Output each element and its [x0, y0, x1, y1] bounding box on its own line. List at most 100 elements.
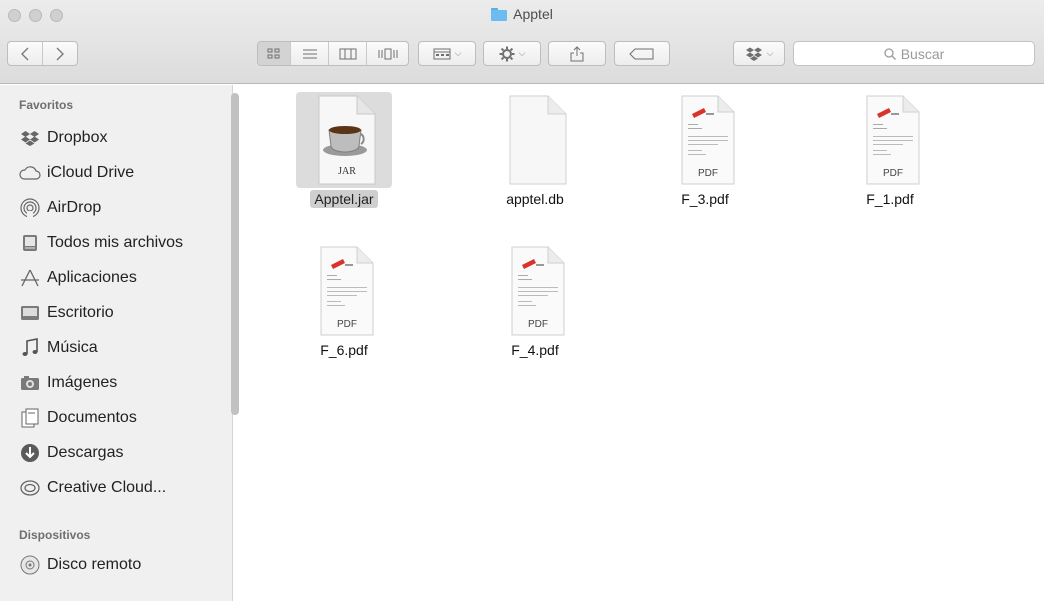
sidebar-item-label: AirDrop — [47, 199, 102, 216]
file-item-apptel-jar[interactable]: JAR Apptel.jar — [284, 92, 404, 208]
file-item-f1-pdf[interactable]: PDF F_1.pdf — [830, 92, 950, 208]
sidebar-item-label: Aplicaciones — [47, 269, 137, 286]
file-name: F_6.pdf — [320, 342, 368, 358]
sidebar-item-documentos[interactable]: Documentos — [19, 404, 224, 432]
disc-icon — [19, 554, 41, 576]
navigation-buttons — [7, 41, 78, 66]
grid-view-icon — [267, 48, 280, 58]
sidebar-item-descargas[interactable]: Descargas — [19, 439, 224, 467]
forward-button[interactable] — [43, 42, 77, 65]
sidebar-item-label: Descargas — [47, 444, 124, 461]
sidebar-item-dropbox[interactable]: Dropbox — [19, 124, 224, 152]
arrange-icon — [433, 48, 451, 59]
back-button[interactable] — [8, 42, 43, 65]
chevron-left-icon — [21, 47, 29, 60]
cover-flow-button[interactable] — [367, 42, 408, 65]
pdf-document-icon: PDF — [511, 246, 565, 336]
file-thumbnail: PDF — [296, 243, 392, 339]
java-jar-icon: JAR — [318, 95, 376, 185]
list-view-button[interactable] — [291, 42, 329, 65]
sidebar-item-label: Todos mis archivos — [47, 234, 184, 251]
list-view-icon — [302, 49, 317, 58]
pdf-document-icon: PDF — [866, 95, 920, 185]
window-title: Apptel — [0, 6, 1044, 22]
column-view-icon — [339, 48, 356, 59]
dropbox-icon — [745, 47, 762, 61]
music-icon — [19, 337, 41, 359]
sidebar-item-musica[interactable]: Música — [19, 334, 224, 362]
pdf-document-icon: PDF — [320, 246, 374, 336]
column-view-button[interactable] — [329, 42, 367, 65]
file-thumbnail: PDF — [657, 92, 753, 188]
file-name: Apptel.jar — [310, 190, 378, 208]
action-button[interactable]: ⌵ — [483, 41, 541, 66]
file-thumbnail: JAR — [296, 92, 392, 188]
file-type-badge: JAR — [338, 166, 356, 177]
sidebar-item-escritorio[interactable]: Escritorio — [19, 299, 224, 327]
cover-flow-icon — [378, 48, 397, 59]
search-field[interactable]: Buscar — [793, 41, 1035, 66]
icon-view-button[interactable] — [258, 42, 291, 65]
sidebar-item-label: Creative Cloud... — [47, 479, 167, 496]
gear-icon — [499, 46, 515, 61]
sidebar-item-label: iCloud Drive — [47, 164, 135, 181]
chevron-right-icon — [56, 47, 64, 60]
sidebar-item-icloud-drive[interactable]: iCloud Drive — [19, 159, 224, 187]
file-type-badge: PDF — [883, 168, 903, 179]
file-name: apptel.db — [506, 191, 564, 207]
folder-icon — [491, 7, 508, 21]
favorites-header: Favoritos — [19, 98, 74, 112]
blank-document-icon — [509, 95, 567, 185]
sidebar-item-label: Documentos — [47, 409, 137, 426]
documents-icon — [19, 407, 41, 429]
file-thumbnail: PDF — [842, 92, 938, 188]
sidebar-item-creative-cloud[interactable]: Creative Cloud... — [19, 474, 224, 502]
search-placeholder: Buscar — [900, 45, 945, 62]
share-icon — [570, 45, 584, 61]
file-type-badge: PDF — [528, 319, 548, 330]
applications-icon — [19, 267, 41, 289]
sidebar-item-todos-mis-archivos[interactable]: Todos mis archivos — [19, 229, 224, 257]
tag-icon — [629, 48, 654, 59]
pdf-document-icon: PDF — [681, 95, 735, 185]
file-item-f4-pdf[interactable]: PDF F_4.pdf — [475, 243, 595, 359]
dropbox-icon — [19, 127, 41, 149]
file-item-f3-pdf[interactable]: PDF F_3.pdf — [645, 92, 765, 208]
share-button[interactable] — [548, 41, 606, 66]
file-thumbnail — [487, 92, 583, 188]
sidebar-item-label: Dropbox — [47, 129, 108, 146]
view-mode-segmented-control — [257, 41, 409, 66]
all-files-icon — [19, 232, 41, 254]
file-name: F_3.pdf — [681, 191, 729, 207]
sidebar-item-airdrop[interactable]: AirDrop — [19, 194, 224, 222]
file-item-apptel-db[interactable]: apptel.db — [475, 92, 595, 208]
sidebar-item-label: Imágenes — [47, 374, 118, 391]
file-name: F_1.pdf — [866, 191, 914, 207]
sidebar: Favoritos Dropbox iCloud Drive AirDrop T… — [0, 85, 233, 601]
file-browser-area: JAR Apptel.jar apptel.db PDF F_3.pdf PDF… — [240, 85, 1044, 601]
dropbox-toolbar-button[interactable]: ⌵ — [733, 41, 785, 66]
desktop-icon — [19, 302, 41, 324]
cloud-icon — [19, 162, 41, 184]
sidebar-item-disco-remoto[interactable]: Disco remoto — [19, 551, 224, 579]
sidebar-item-imagenes[interactable]: Imágenes — [19, 369, 224, 397]
arrange-button[interactable]: ⌵ — [418, 41, 476, 66]
sidebar-item-label: Disco remoto — [47, 556, 142, 573]
chevron-down-icon: ⌵ — [454, 48, 462, 58]
sidebar-scrollbar[interactable] — [231, 93, 239, 415]
file-item-f6-pdf[interactable]: PDF F_6.pdf — [284, 243, 404, 359]
file-thumbnail: PDF — [487, 243, 583, 339]
window-title-text: Apptel — [513, 6, 553, 22]
chevron-down-icon: ⌵ — [766, 48, 774, 58]
creative-cloud-icon — [19, 477, 41, 499]
file-type-badge: PDF — [337, 319, 357, 330]
sidebar-item-label: Música — [47, 339, 98, 356]
finder-window: Apptel ⌵ ⌵ ⌵ Buscar Favoritos Dropbox iC… — [0, 0, 1044, 601]
toolbar: Apptel ⌵ ⌵ ⌵ Buscar — [0, 0, 1044, 84]
search-icon — [884, 47, 896, 60]
camera-icon — [19, 372, 41, 394]
chevron-down-icon: ⌵ — [518, 48, 526, 58]
sidebar-item-label: Escritorio — [47, 304, 114, 321]
tags-button[interactable] — [614, 41, 670, 66]
sidebar-item-aplicaciones[interactable]: Aplicaciones — [19, 264, 224, 292]
